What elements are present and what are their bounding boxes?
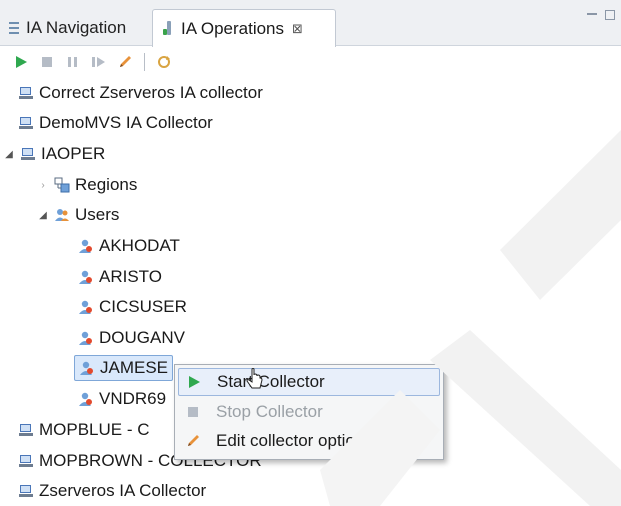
refresh-icon[interactable] [153, 51, 175, 73]
tree-item-label: ARISTO [99, 267, 162, 286]
tab-ia-navigation[interactable]: IA Navigation [0, 10, 134, 46]
close-icon[interactable]: ⊠ [292, 21, 303, 37]
computer-icon [18, 483, 34, 499]
computer-icon [20, 146, 36, 162]
pencil-icon [182, 433, 204, 449]
tree-item-user-selected[interactable]: JAMESE [74, 355, 174, 381]
minimize-icon[interactable] [587, 13, 597, 23]
menu-item-label: Edit collector options [216, 431, 373, 450]
expanded-arrow-icon[interactable]: ◢ [2, 149, 16, 160]
tree-item-label: VNDR69 [99, 389, 167, 408]
user-icon [78, 330, 94, 346]
tab-label: IA Operations [181, 18, 285, 38]
tree-item-collector[interactable]: Correct Zserveros IA collector [18, 78, 263, 108]
tree-item-users[interactable]: ◢ Users [36, 200, 119, 230]
tree-item-regions[interactable]: › Regions [36, 170, 137, 200]
tree-item-iaoper[interactable]: ◢ IAOPER [2, 139, 105, 169]
view-window-controls [587, 10, 615, 23]
tree-item-collector[interactable]: Zserveros IA Collector [18, 476, 206, 506]
menu-item-edit-collector-options[interactable]: Edit collector options [178, 427, 440, 455]
step-icon[interactable] [88, 51, 110, 73]
pause-icon[interactable] [62, 51, 84, 73]
pencil-icon[interactable] [114, 51, 136, 73]
user-icon [78, 299, 94, 315]
tree-item-label: JAMESE [100, 358, 169, 377]
tab-ia-operations[interactable]: IA Operations ⊠ [152, 9, 336, 47]
menu-item-stop-collector[interactable]: Stop Collector [178, 398, 440, 426]
ia-operations-view: IA Navigation IA Operations ⊠ Correct Zs… [0, 0, 621, 506]
regions-icon [54, 177, 70, 193]
tree-item-user[interactable]: ARISTO [78, 262, 162, 292]
expanded-arrow-icon[interactable]: ◢ [36, 210, 50, 221]
tree-item-label: Correct Zserveros IA collector [39, 83, 263, 102]
tree-item-user[interactable]: DOUGANV [78, 323, 185, 353]
tree-item-label: AKHODAT [99, 236, 180, 255]
tree-item-user[interactable]: VNDR69 [78, 384, 166, 414]
tree-item-label: Users [75, 205, 120, 224]
menu-item-start-collector[interactable]: Start Collector [178, 368, 440, 396]
tree-item-collector[interactable]: MOPBLUE - C [18, 415, 150, 445]
operations-icon [161, 20, 175, 38]
menu-item-label: Start Collector [217, 372, 325, 391]
users-icon [54, 207, 70, 223]
user-icon [78, 391, 94, 407]
tree-item-user[interactable]: AKHODAT [78, 231, 180, 261]
user-icon [79, 360, 95, 376]
stop-icon [182, 405, 204, 419]
mouse-pointer-icon [246, 368, 266, 401]
user-icon [78, 269, 94, 285]
collapsed-arrow-icon[interactable]: › [36, 180, 50, 191]
computer-icon [18, 115, 34, 131]
tree-item-label: Zserveros IA Collector [39, 481, 207, 500]
tree-item-label: DemoMVS IA Collector [39, 113, 213, 132]
computer-icon [18, 85, 34, 101]
view-toolbar [0, 47, 621, 77]
context-menu: Start Collector Stop Collector Edit coll… [174, 364, 444, 460]
maximize-icon[interactable] [605, 10, 615, 20]
tab-label: IA Navigation [26, 18, 127, 37]
tree-item-label: MOPBLUE - C [39, 420, 150, 439]
play-icon[interactable] [10, 51, 32, 73]
computer-icon [18, 422, 34, 438]
tree-item-label: Regions [75, 175, 138, 194]
tree-item-collector[interactable]: DemoMVS IA Collector [18, 108, 213, 138]
user-icon [78, 238, 94, 254]
tree-item-user[interactable]: CICSUSER [78, 292, 187, 322]
toolbar-separator [144, 53, 145, 71]
tree-item-label: CICSUSER [99, 297, 187, 316]
tree-item-label: IAOPER [41, 144, 106, 163]
play-icon [183, 375, 205, 389]
stop-icon[interactable] [36, 51, 58, 73]
list-icon [8, 20, 20, 36]
menu-item-label: Stop Collector [216, 402, 323, 421]
view-tab-bar: IA Navigation IA Operations ⊠ [0, 0, 621, 47]
tree-item-label: DOUGANV [99, 328, 185, 347]
computer-icon [18, 453, 34, 469]
